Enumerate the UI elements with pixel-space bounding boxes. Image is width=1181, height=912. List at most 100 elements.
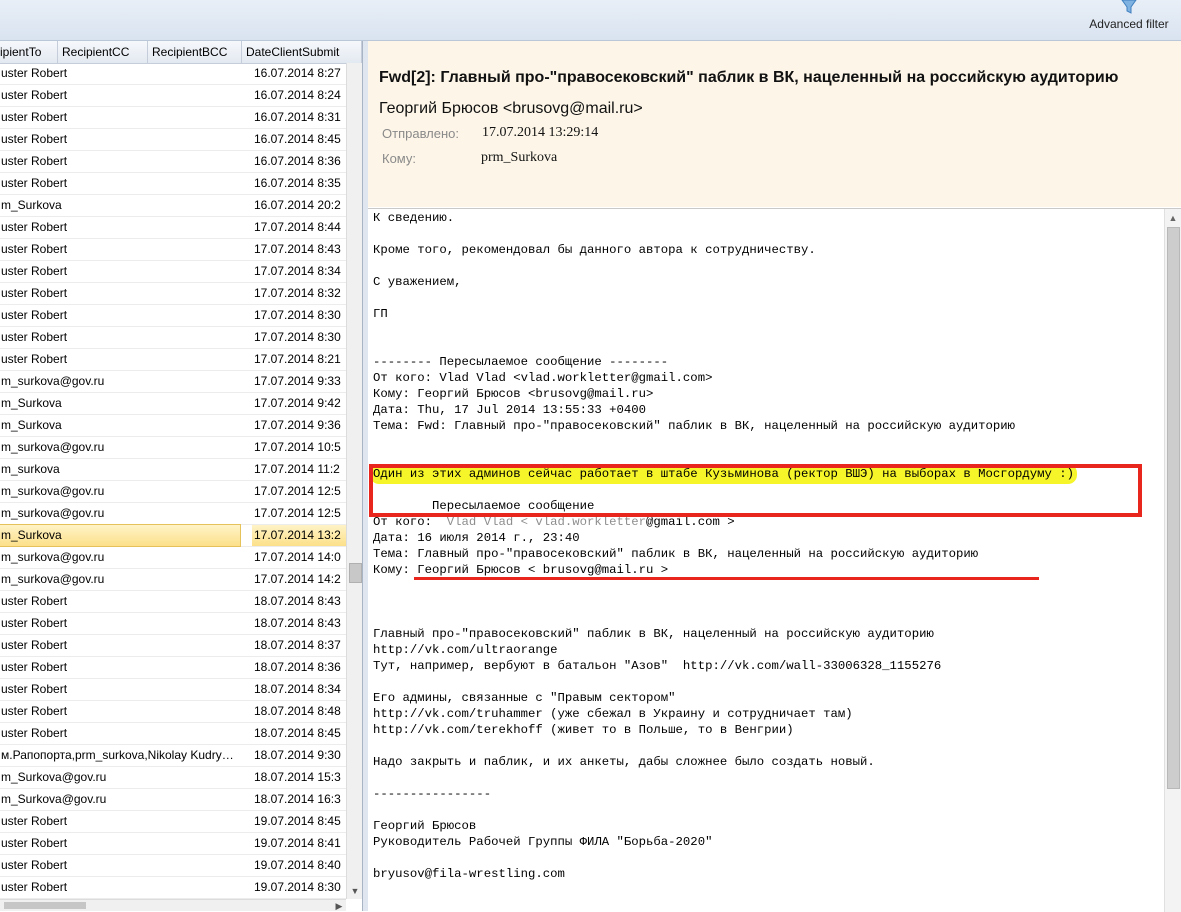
table-row[interactable]: uster Robert 17.07.2014 8:21 [0,349,346,371]
body-line: Тема: Главный про-"правосековский" пабли… [373,547,979,561]
recipient-to-cell: uster Robert [1,858,68,872]
table-row[interactable]: uster Robert 19.07.2014 8:41 [0,833,346,855]
advanced-filter-button[interactable]: Advanced filter [1083,0,1175,40]
recipient-to-cell: m_surkova [1,462,60,476]
table-row[interactable]: m_surkova@gov.ru 17.07.2014 14:0 [0,547,346,569]
recipient-to-cell: m_surkova@gov.ru [1,550,105,564]
body-line: bryusov@fila-wrestling.com [373,867,565,881]
table-row[interactable]: m_Surkova@gov.ru 18.07.2014 16:3 [0,789,346,811]
date-cell: 17.07.2014 8:43 [254,242,341,256]
to-value: prm_Surkova [481,150,558,165]
table-row[interactable]: м.Рапопорта,prm_surkova,Nikolay Kudry… 18… [0,745,346,767]
body-line [373,770,1163,786]
table-row[interactable]: m_surkova 17.07.2014 11:2 [0,459,346,481]
body-line: http://vk.com/terekhoff (живет то в Поль… [373,723,794,737]
table-row[interactable]: uster Robert 17.07.2014 8:30 [0,327,346,349]
table-row[interactable]: uster Robert 16.07.2014 8:31 [0,107,346,129]
body-line: Главный про-"правосековский" паблик в ВК… [373,627,934,641]
body-line [373,338,1163,354]
table-row[interactable]: uster Robert 16.07.2014 8:24 [0,85,346,107]
recipient-to-cell: uster Robert [1,132,68,146]
body-line [373,258,1163,274]
recipient-to-cell: uster Robert [1,264,68,278]
date-cell: 16.07.2014 8:45 [254,132,341,146]
date-cell: 19.07.2014 8:45 [254,814,341,828]
ribbon-toolbar: Advanced filter [0,0,1181,41]
table-row[interactable]: uster Robert 19.07.2014 8:40 [0,855,346,877]
table-row[interactable]: uster Robert 19.07.2014 8:45 [0,811,346,833]
table-row[interactable]: uster Robert 18.07.2014 8:43 [0,613,346,635]
list-hscroll-thumb[interactable] [4,902,86,909]
date-cell: 17.07.2014 8:34 [254,264,341,278]
scroll-down-arrow-icon[interactable]: ▼ [347,883,362,899]
recipient-to-cell: uster Robert [1,308,68,322]
body-line [373,226,1163,242]
table-row[interactable]: uster Robert 16.07.2014 8:35 [0,173,346,195]
table-row[interactable]: uster Robert 16.07.2014 8:45 [0,129,346,151]
table-row[interactable]: uster Robert 18.07.2014 8:43 [0,591,346,613]
table-row[interactable]: m_Surkova 17.07.2014 9:36 [0,415,346,437]
body-line [373,434,1163,450]
recipient-to-cell: uster Robert [1,154,68,168]
table-row[interactable]: m_Surkova 17.07.2014 9:42 [0,393,346,415]
table-row[interactable]: uster Robert 18.07.2014 8:45 [0,723,346,745]
list-vertical-scrollbar[interactable]: ▼ [346,63,362,899]
table-row[interactable]: m_Surkova@gov.ru 18.07.2014 15:3 [0,767,346,789]
table-row[interactable]: uster Robert 18.07.2014 8:36 [0,657,346,679]
table-row[interactable]: uster Robert 18.07.2014 8:34 [0,679,346,701]
scroll-right-arrow-icon[interactable]: ▶ [332,900,346,911]
column-header-recipient-to[interactable]: ipientTo [0,41,58,63]
table-row[interactable]: m_surkova@gov.ru 17.07.2014 12:5 [0,481,346,503]
list-scroll-thumb[interactable] [349,563,362,583]
table-row[interactable]: uster Robert 18.07.2014 8:48 [0,701,346,723]
recipient-to-cell: uster Robert [1,176,68,190]
table-row[interactable]: uster Robert 18.07.2014 8:37 [0,635,346,657]
table-row[interactable]: uster Robert 17.07.2014 8:32 [0,283,346,305]
table-row[interactable]: uster Robert 17.07.2014 8:30 [0,305,346,327]
table-row[interactable]: uster Robert 17.07.2014 8:34 [0,261,346,283]
table-row[interactable]: uster Robert 17.07.2014 8:44 [0,217,346,239]
column-header-recipient-bcc[interactable]: RecipientBCC [148,41,242,63]
table-row[interactable]: m_surkova@gov.ru 17.07.2014 10:5 [0,437,346,459]
date-cell: 16.07.2014 8:36 [254,154,341,168]
body-line [373,578,1163,594]
message-body-pane[interactable]: К сведению. Кроме того, рекомендовал бы д… [368,208,1181,912]
table-row[interactable]: m_surkova@gov.ru 17.07.2014 14:2 [0,569,346,591]
list-horizontal-scrollbar[interactable]: ▶ [0,899,346,911]
date-cell: 17.07.2014 14:2 [254,572,341,586]
recipient-to-cell: uster Robert [1,726,68,740]
table-row[interactable]: uster Robert 16.07.2014 8:27 [0,63,346,85]
date-cell: 16.07.2014 8:27 [254,66,341,80]
table-row[interactable]: uster Robert 19.07.2014 8:30 [0,877,346,899]
body-scroll-thumb[interactable] [1167,227,1180,789]
date-cell: 16.07.2014 8:35 [254,176,341,190]
sent-label: Отправлено: [382,126,460,141]
table-row[interactable]: uster Robert 16.07.2014 8:36 [0,151,346,173]
date-cell: 18.07.2014 8:43 [254,594,341,608]
recipient-to-cell: m_Surkova@gov.ru [1,792,107,806]
table-row[interactable]: m_Surkova 16.07.2014 20:2 [0,195,346,217]
body-line: Пересылаемое сообщение [373,499,595,513]
recipient-to-cell: uster Robert [1,682,68,696]
recipient-to-cell: uster Robert [1,330,68,344]
body-line [373,482,1163,498]
recipient-to-cell: uster Robert [1,814,68,828]
table-row[interactable]: uster Robert 17.07.2014 8:43 [0,239,346,261]
table-row[interactable]: m_Surkova 17.07.2014 13:2 [0,524,346,547]
table-row[interactable]: m_surkova@gov.ru 17.07.2014 9:33 [0,371,346,393]
recipient-to-cell: uster Robert [1,638,68,652]
date-cell: 18.07.2014 8:43 [254,616,341,630]
scroll-up-arrow-icon[interactable]: ▲ [1165,211,1181,225]
date-cell: 17.07.2014 8:44 [254,220,341,234]
column-header-date-client-submit[interactable]: DateClientSubmit [242,41,362,63]
recipient-to-cell: uster Robert [1,880,68,894]
column-header-recipient-cc[interactable]: RecipientCC [58,41,148,63]
date-cell: 17.07.2014 8:21 [254,352,341,366]
body-line: Его админы, связанные с "Правым сектором… [373,691,676,705]
body-line: С уважением, [373,275,462,289]
table-row[interactable]: m_surkova@gov.ru 17.07.2014 12:5 [0,503,346,525]
date-cell: 17.07.2014 14:0 [254,550,341,564]
body-line [373,610,1163,626]
body-vertical-scrollbar[interactable]: ▲ [1164,209,1181,912]
recipient-to-cell: uster Robert [1,616,68,630]
